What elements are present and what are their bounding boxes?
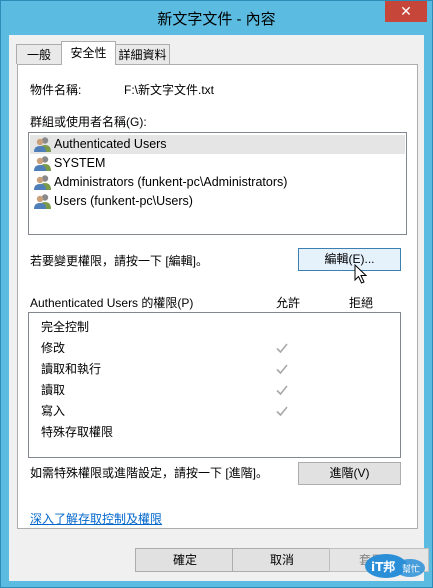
allow-check-icon [276,385,288,396]
allow-check-icon [276,406,288,417]
window-title: 新文字文件 - 內容 [157,11,276,28]
user-group-icon [34,137,51,152]
list-item[interactable]: Authenticated Users [30,135,405,154]
permissions-header: Authenticated Users 的權限(P) [30,296,194,310]
list-item-label: Users (funkent-pc\Users) [54,194,193,208]
list-item-label: SYSTEM [54,156,106,170]
learn-more-link[interactable]: 深入了解存取控制及權限 [30,510,162,527]
allow-check-icon [276,343,288,354]
user-group-icon [34,156,51,171]
deny-column-header: 拒絕 [349,296,374,310]
list-item-label: Authenticated Users [54,137,167,151]
security-panel: 物件名稱: F:\新文字文件.txt 群組或使用者名稱(G): Authenti… [17,64,418,529]
permission-row-read-execute: 讀取和執行 [41,362,102,376]
allow-check-icon [276,364,288,375]
edit-hint: 若要變更權限，請按一下 [編輯]。 [30,254,209,268]
list-item-label: Administrators (funkent-pc\Administrator… [54,175,288,189]
advanced-button[interactable]: 進階(V) [298,462,401,485]
groups-label: 群組或使用者名稱(G): [30,115,147,129]
tab-security[interactable]: 安全性 [61,41,116,65]
permissions-list[interactable]: 完全控制 修改 讀取和執行 讀取 寫入 特殊存取權限 [28,312,401,458]
object-name-label: 物件名稱: [30,83,82,97]
object-name-value: F:\新文字文件.txt [124,83,215,97]
user-group-icon [34,194,51,209]
edit-button[interactable]: 編輯(E)... [298,248,401,271]
ithome-watermark-logo: iT邦 幫忙 [364,550,426,580]
user-group-icon [34,175,51,190]
permission-row-write: 寫入 [41,404,66,418]
svg-text:iT邦: iT邦 [371,559,395,574]
properties-window: 新文字文件 - 內容 ✕ 一般 安全性 詳細資料 物件名稱: F:\新文字文件.… [0,0,433,588]
tab-general[interactable]: 一般 [16,44,62,64]
ok-button[interactable]: 確定 [135,548,235,572]
mouse-cursor-icon [354,264,367,284]
close-button[interactable]: ✕ [385,1,427,22]
title-bar[interactable]: 新文字文件 - 內容 ✕ [1,1,432,35]
permission-row-full-control: 完全控制 [41,320,90,334]
permission-row-special: 特殊存取權限 [41,425,114,439]
advanced-hint: 如需特殊權限或進階設定，請按一下 [進階]。 [30,466,269,480]
list-item[interactable]: Users (funkent-pc\Users) [30,192,405,211]
cancel-button[interactable]: 取消 [232,548,332,572]
permission-row-modify: 修改 [41,341,66,355]
permission-row-read: 讀取 [41,383,66,397]
groups-listbox[interactable]: Authenticated Users SYSTEM Administrator… [28,132,407,235]
dialog-body: 一般 安全性 詳細資料 物件名稱: F:\新文字文件.txt 群組或使用者名稱(… [9,35,429,581]
list-item[interactable]: Administrators (funkent-pc\Administrator… [30,173,405,192]
allow-column-header: 允許 [276,296,301,310]
ithome-logo-icon: iT邦 幫忙 [365,554,425,578]
list-item[interactable]: SYSTEM [30,154,405,173]
tab-details[interactable]: 詳細資料 [115,44,170,64]
svg-text:幫忙: 幫忙 [402,563,420,575]
